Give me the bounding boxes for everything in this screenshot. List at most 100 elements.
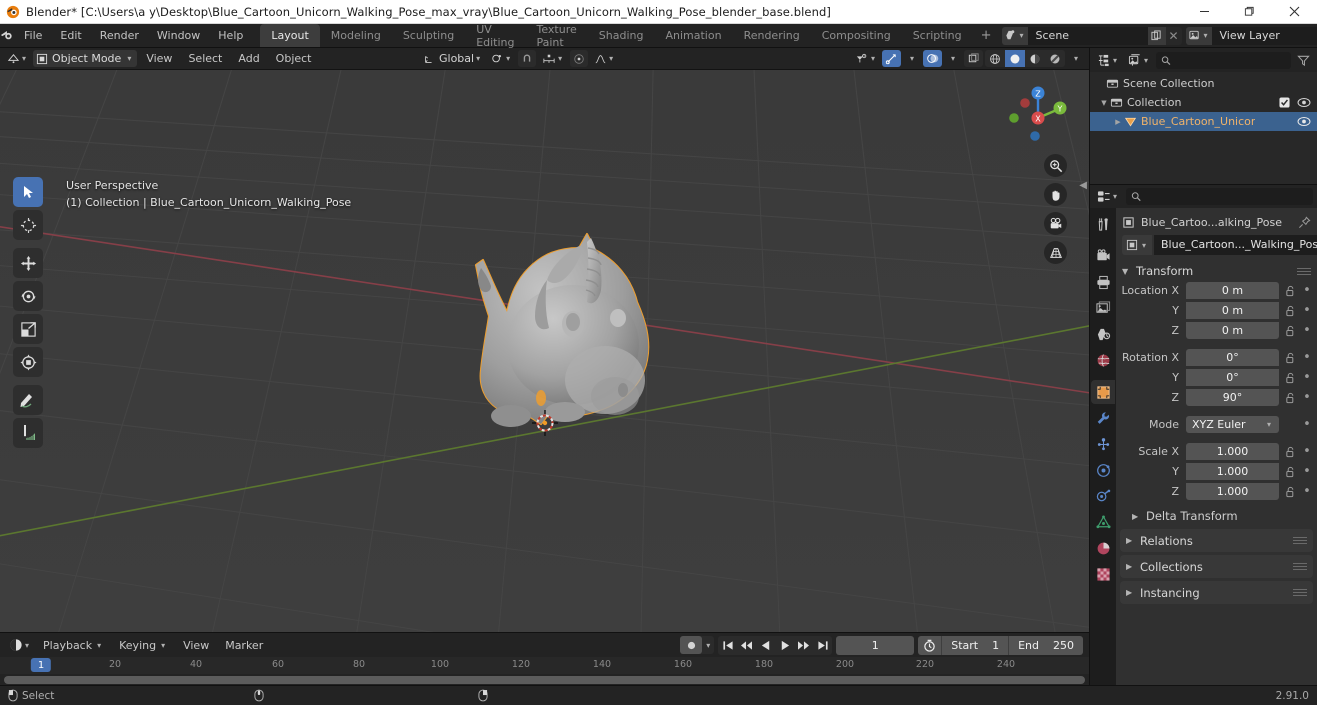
blender-logo-icon[interactable] [0, 24, 15, 47]
location-x-field[interactable]: 0 m [1186, 282, 1279, 299]
rotation-y-field[interactable]: 0° [1186, 369, 1279, 386]
properties-tab-texture[interactable] [1091, 562, 1115, 586]
location-y-lock-icon[interactable] [1283, 305, 1297, 317]
unicorn-3d-model[interactable] [455, 220, 685, 455]
jump-to-end-button[interactable] [813, 636, 832, 655]
shading-solid-button[interactable] [1005, 50, 1025, 67]
next-keyframe-button[interactable] [794, 636, 813, 655]
cursor-tool[interactable] [13, 210, 43, 240]
add-workspace-button[interactable]: + [973, 24, 1000, 47]
close-button[interactable] [1272, 0, 1317, 24]
rotation-y-animate-dot[interactable]: • [1301, 370, 1313, 385]
new-scene-button[interactable] [1147, 26, 1166, 45]
current-frame-field[interactable]: 1 [836, 635, 915, 655]
rotation-x-field[interactable]: 0° [1186, 349, 1279, 366]
shading-material-preview-button[interactable] [1025, 50, 1045, 67]
location-z-field[interactable]: 0 m [1186, 322, 1279, 339]
camera-icon[interactable] [1044, 212, 1067, 235]
outliner-tree[interactable]: Scene Collection ▼ Collection ▶ Blue_Car… [1090, 72, 1317, 184]
location-z-animate-dot[interactable]: • [1301, 323, 1313, 338]
tab-scripting[interactable]: Scripting [902, 24, 973, 47]
transform-orientation-dropdown[interactable]: Global ▾ [420, 50, 485, 67]
timeline-menu-playback[interactable]: Playback ▾ [36, 639, 110, 652]
timeline-editor-type-icon[interactable]: ▾ [6, 637, 34, 654]
timeline-scrollbar-thumb[interactable] [4, 675, 1085, 684]
outliner-editor-type-icon[interactable]: ▾ [1094, 52, 1122, 69]
move-tool[interactable] [13, 248, 43, 278]
rotation-mode-dropdown[interactable]: XYZ Euler ▾ [1186, 416, 1279, 433]
jump-to-start-button[interactable] [718, 636, 737, 655]
menu-window[interactable]: Window [148, 24, 209, 48]
scale-tool[interactable] [13, 314, 43, 344]
start-frame-field[interactable]: Start 1 [941, 635, 1008, 655]
scene-name-field[interactable]: Scene [1027, 26, 1148, 45]
properties-tab-view-layer[interactable] [1091, 296, 1115, 320]
object-mode-dropdown[interactable]: Object Mode ▾ [33, 50, 138, 67]
tab-modeling[interactable]: Modeling [320, 24, 392, 47]
view-layer-icon[interactable]: ▾ [1185, 26, 1212, 45]
auto-keying-toggle[interactable] [680, 636, 703, 654]
view-layer-name-field[interactable]: View Layer [1211, 26, 1317, 45]
tab-shading[interactable]: Shading [588, 24, 655, 47]
maximize-button[interactable] [1227, 0, 1272, 24]
properties-tab-output[interactable] [1091, 270, 1115, 294]
properties-tab-tool[interactable] [1091, 212, 1115, 236]
collection-checkbox[interactable] [1279, 97, 1290, 108]
outliner-row-object[interactable]: ▶ Blue_Cartoon_Unicor [1090, 112, 1317, 131]
funnel-icon[interactable] [1294, 52, 1313, 69]
timeline-playhead[interactable]: 1 [30, 658, 52, 672]
location-y-field[interactable]: 0 m [1186, 302, 1279, 319]
view-axis-gizmo[interactable]: X Z Y [1002, 78, 1074, 150]
shading-dropdown[interactable]: ▾ [1067, 50, 1085, 67]
location-y-animate-dot[interactable]: • [1301, 303, 1313, 318]
overlays-dropdown[interactable]: ▾ [944, 50, 962, 67]
properties-tab-world[interactable] [1091, 348, 1115, 372]
scene-icon[interactable]: ▾ [1001, 26, 1028, 45]
outliner-row-scene-collection[interactable]: Scene Collection [1090, 74, 1317, 93]
instancing-panel[interactable]: ▶ Instancing [1120, 581, 1313, 604]
3d-viewport[interactable]: User Perspective (1) Collection | Blue_C… [0, 70, 1089, 632]
object-id-field[interactable]: ▾ Blue_Cartoon..._Walking_Pose [1122, 235, 1317, 255]
scale-z-field[interactable]: 1.000 [1186, 483, 1279, 500]
outliner-search-box[interactable] [1156, 51, 1291, 69]
properties-search-box[interactable] [1126, 188, 1313, 205]
outliner-search-input[interactable] [1174, 53, 1286, 67]
outliner-row-collection[interactable]: ▼ Collection [1090, 93, 1317, 112]
measure-tool[interactable] [13, 418, 43, 448]
unlink-scene-button[interactable]: ✕ [1166, 27, 1182, 45]
object-visibility-eye-icon[interactable] [1297, 116, 1311, 127]
tab-sculpting[interactable]: Sculpting [392, 24, 465, 47]
viewport-menu-add[interactable]: Add [231, 48, 266, 70]
timeline-ruler[interactable]: 20 40 60 80 100 120 140 160 180 200 220 … [0, 657, 1089, 674]
object-type-visibility-dropdown[interactable]: ▾ [852, 50, 880, 67]
tab-rendering[interactable]: Rendering [733, 24, 811, 47]
rotation-y-lock-icon[interactable] [1283, 372, 1297, 384]
proportional-falloff-dropdown[interactable]: ▾ [591, 50, 618, 67]
scale-z-lock-icon[interactable] [1283, 486, 1297, 498]
rotation-mode-animate-dot[interactable]: • [1301, 417, 1313, 432]
delta-transform-subpanel[interactable]: ▶ Delta Transform [1132, 506, 1313, 526]
play-reverse-button[interactable] [756, 636, 775, 655]
rotation-z-lock-icon[interactable] [1283, 392, 1297, 404]
properties-tab-modifiers[interactable] [1091, 406, 1115, 430]
menu-render[interactable]: Render [91, 24, 148, 48]
viewport-menu-view[interactable]: View [139, 48, 179, 70]
transform-panel-header[interactable]: ▼ Transform [1116, 261, 1317, 281]
location-x-animate-dot[interactable]: • [1301, 283, 1313, 298]
shading-wireframe-button[interactable] [985, 50, 1005, 67]
sidebar-toggle-arrow-icon[interactable]: ◀ [1079, 180, 1087, 191]
rotate-tool[interactable] [13, 281, 43, 311]
rotation-x-animate-dot[interactable]: • [1301, 350, 1313, 365]
scale-x-lock-icon[interactable] [1283, 446, 1297, 458]
object-expand-triangle-icon[interactable]: ▶ [1112, 118, 1124, 126]
collections-panel[interactable]: ▶ Collections [1120, 555, 1313, 578]
outliner-display-mode-icon[interactable]: ▾ [1125, 52, 1153, 69]
menu-edit[interactable]: Edit [51, 24, 90, 48]
tweak-select-tool[interactable] [13, 177, 43, 207]
menu-help[interactable]: Help [209, 24, 252, 48]
transform-tool[interactable] [13, 347, 43, 377]
properties-tab-object-data[interactable] [1091, 510, 1115, 534]
properties-tab-scene[interactable] [1091, 322, 1115, 346]
previous-keyframe-button[interactable] [737, 636, 756, 655]
properties-tab-material[interactable] [1091, 536, 1115, 560]
